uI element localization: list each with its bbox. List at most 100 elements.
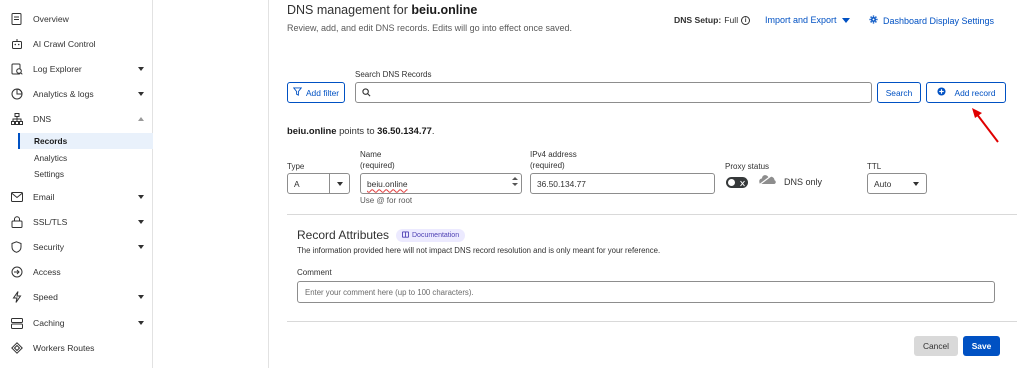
info-icon[interactable]: i	[741, 15, 751, 25]
summary-end: .	[431, 125, 435, 136]
page-title-prefix: DNS management for	[287, 3, 412, 17]
filter-icon	[292, 87, 303, 98]
chevron-down-icon	[138, 195, 144, 199]
summary-domain: beiu.online	[287, 125, 337, 136]
chevron-down-icon	[329, 174, 349, 193]
save-button[interactable]: Save	[963, 336, 1000, 356]
dashboard-display-settings-label: Dashboard Display Settings	[883, 15, 995, 26]
sidebar-item-analytics-logs[interactable]: Analytics & logs	[0, 83, 153, 105]
sidebar-item-speed[interactable]: Speed	[0, 286, 153, 308]
sidebar-item-label: Security	[33, 242, 65, 252]
dashboard-display-settings-link[interactable]: Dashboard Display Settings	[869, 15, 994, 26]
sidebar-item-security[interactable]: Security	[0, 236, 153, 258]
network-tree-icon	[10, 113, 23, 126]
chevron-up-icon	[138, 117, 144, 121]
ttl-value: Auto	[874, 178, 892, 189]
sidebar-item-caching[interactable]: Caching	[0, 312, 153, 334]
gear-icon	[869, 15, 878, 26]
ipv4-label: IPv4 address	[530, 150, 577, 159]
divider	[287, 214, 1017, 215]
summary-text: points to	[336, 125, 378, 136]
divider	[287, 321, 1017, 322]
lock-icon	[10, 216, 23, 229]
import-export-dropdown[interactable]: Import and Export	[765, 15, 850, 25]
proxy-status-label: Proxy status	[725, 162, 770, 171]
record-attributes-description: The information provided here will not i…	[297, 246, 661, 255]
summary-ip: 36.50.134.77	[377, 125, 432, 136]
add-filter-label: Add filter	[305, 87, 340, 98]
sidebar-item-label: Caching	[33, 318, 65, 328]
sidebar-item-label: Analytics & logs	[33, 89, 94, 99]
chevron-down-icon	[138, 220, 144, 224]
comment-label: Comment	[297, 268, 332, 277]
search-label: Search DNS Records	[355, 70, 432, 79]
toggle-knob	[728, 179, 735, 186]
plus-circle-icon	[936, 87, 946, 98]
name-label: Name	[360, 150, 382, 159]
robot-icon	[10, 38, 23, 51]
sidebar: Overview AI Crawl Control Log Explorer A…	[0, 0, 153, 368]
comment-input[interactable]	[305, 287, 994, 297]
chevron-down-icon	[138, 92, 144, 96]
shield-icon	[10, 241, 23, 254]
page-title-domain: beiu.online	[411, 3, 478, 17]
sidebar-item-workers-routes[interactable]: Workers Routes	[0, 337, 153, 359]
cloud-icon	[757, 172, 777, 188]
sidebar-item-access[interactable]: Access	[0, 261, 153, 283]
chevron-down-icon	[138, 321, 144, 325]
comment-field[interactable]	[297, 281, 995, 303]
search-input[interactable]	[355, 82, 872, 103]
sidebar-subitem-analytics[interactable]: Analytics	[18, 150, 153, 166]
search-icon	[362, 88, 371, 99]
stack-icon	[10, 317, 23, 330]
record-attributes-title: Record Attributes	[297, 228, 390, 242]
chevron-down-icon	[138, 245, 144, 249]
page-subtitle: Review, add, and edit DNS records. Edits…	[287, 23, 572, 33]
sidebar-item-ssl-tls[interactable]: SSL/TLS	[0, 211, 153, 233]
annotation-arrow-icon	[972, 108, 999, 143]
sidebar-item-label: SSL/TLS	[33, 217, 68, 227]
dns-setup-label: DNS Setup:	[674, 15, 722, 25]
sidebar-item-label: Workers Routes	[33, 343, 95, 353]
ttl-select[interactable]: Auto	[867, 173, 927, 194]
sidebar-item-label: Speed	[33, 292, 58, 302]
ipv4-value: 36.50.134.77	[537, 178, 586, 189]
name-value: beiu.online	[367, 178, 408, 189]
chevron-down-icon	[138, 67, 144, 71]
stepper-icon	[512, 177, 518, 186]
sidebar-item-label: DNS	[33, 114, 52, 124]
caret-down-icon	[841, 17, 850, 23]
x-icon	[740, 179, 745, 187]
add-record-button[interactable]: Add record	[926, 82, 1006, 103]
sidebar-subitem-records[interactable]: Records	[18, 133, 153, 149]
add-record-label: Add record	[954, 87, 996, 98]
cancel-button[interactable]: Cancel	[914, 336, 958, 356]
add-filter-button[interactable]: Add filter	[287, 82, 345, 103]
sidebar-item-log-explorer[interactable]: Log Explorer	[0, 58, 153, 80]
clock-chart-icon	[10, 88, 23, 101]
sidebar-item-ai-crawl-control[interactable]: AI Crawl Control	[0, 33, 153, 55]
type-select[interactable]: A	[287, 173, 350, 194]
sidebar-item-dns[interactable]: DNS	[0, 108, 153, 130]
name-hint: Use @ for root	[360, 196, 413, 205]
lightning-icon	[10, 291, 23, 304]
sidebar-item-overview[interactable]: Overview	[0, 8, 153, 30]
sidebar-item-email[interactable]: Email	[0, 186, 153, 208]
chevron-down-icon	[138, 295, 144, 299]
proxy-status-value: DNS only	[784, 177, 823, 187]
envelope-icon	[10, 191, 23, 204]
sidebar-item-label: Access	[33, 267, 61, 277]
name-required: (required)	[360, 161, 395, 170]
ipv4-required: (required)	[530, 161, 565, 170]
proxy-toggle[interactable]	[726, 177, 748, 188]
sidebar-item-label: AI Crawl Control	[33, 39, 96, 49]
ipv4-input[interactable]: 36.50.134.77	[530, 173, 715, 194]
search-button[interactable]: Search	[877, 82, 921, 103]
dns-setup-status: DNS Setup: Full i	[674, 15, 751, 25]
chevron-down-icon	[913, 182, 919, 186]
name-input[interactable]: beiu.online	[360, 173, 522, 194]
documentation-badge[interactable]: Documentation	[396, 229, 466, 242]
sidebar-subitem-settings[interactable]: Settings	[18, 166, 153, 182]
import-export-label: Import and Export	[765, 15, 837, 25]
access-icon	[10, 266, 23, 279]
